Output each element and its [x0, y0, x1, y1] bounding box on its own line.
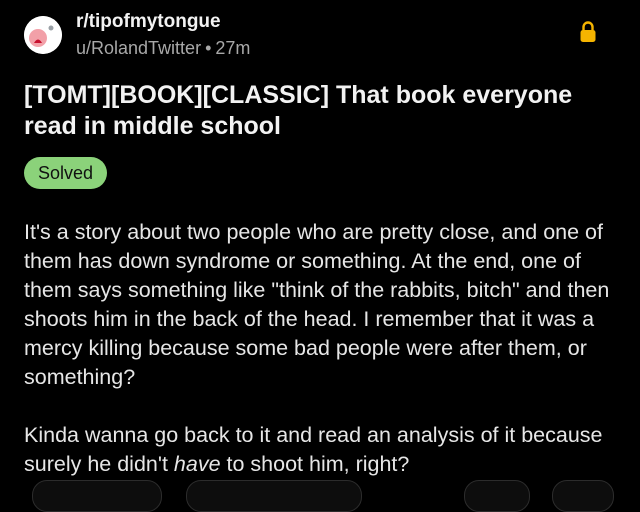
author-link[interactable]: u/RolandTwitter — [76, 38, 201, 58]
award-button[interactable] — [464, 480, 530, 512]
subreddit-avatar-icon[interactable] — [24, 16, 62, 54]
post-header: r/tipofmytongue u/RolandTwitter • 27m — [24, 10, 616, 62]
body-paragraph: It's a story about two people who are pr… — [24, 220, 610, 389]
comments-button[interactable] — [186, 480, 362, 512]
share-button[interactable] — [552, 480, 614, 512]
post-title[interactable]: [TOMT][BOOK][CLASSIC] That book everyone… — [24, 80, 616, 142]
vote-button[interactable] — [32, 480, 162, 512]
subreddit-name[interactable]: r/tipofmytongue — [76, 11, 221, 33]
post-meta: u/RolandTwitter • 27m — [76, 37, 250, 59]
post-body: It's a story about two people who are pr… — [24, 218, 616, 479]
flair-badge[interactable]: Solved — [24, 157, 108, 189]
action-bar — [0, 480, 640, 512]
post-age: 27m — [215, 38, 251, 58]
lock-icon — [580, 21, 596, 42]
meta-separator: • — [205, 38, 212, 58]
body-emphasis: have — [173, 452, 221, 476]
body-text-segment: to shoot him, right? — [220, 452, 410, 476]
body-paragraph: Kinda wanna go back to it and read an an… — [24, 421, 616, 479]
